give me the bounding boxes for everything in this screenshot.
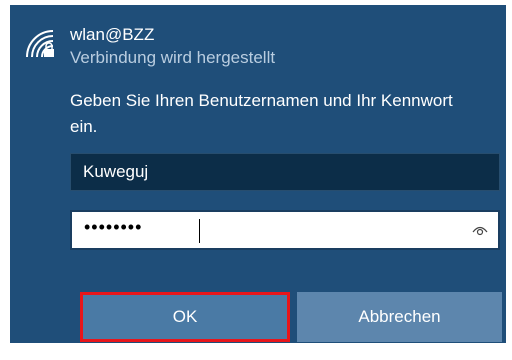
panel-bottom-gap bbox=[10, 343, 506, 360]
credentials-prompt: Geben Sie Ihren Benutzernamen und Ihr Ke… bbox=[70, 91, 453, 136]
cancel-button[interactable]: Abbrechen bbox=[297, 292, 502, 342]
eye-icon[interactable] bbox=[472, 224, 488, 236]
username-input[interactable]: Kuweguj bbox=[70, 153, 500, 191]
wifi-secured-icon bbox=[26, 30, 54, 58]
ok-button[interactable]: OK bbox=[80, 292, 290, 342]
network-name: wlan@BZZ bbox=[70, 25, 155, 44]
password-masked-value: •••••••• bbox=[84, 217, 143, 237]
connection-status: Verbindung wird hergestellt bbox=[70, 48, 276, 67]
password-input[interactable]: •••••••• bbox=[70, 210, 500, 250]
text-caret bbox=[199, 219, 200, 243]
